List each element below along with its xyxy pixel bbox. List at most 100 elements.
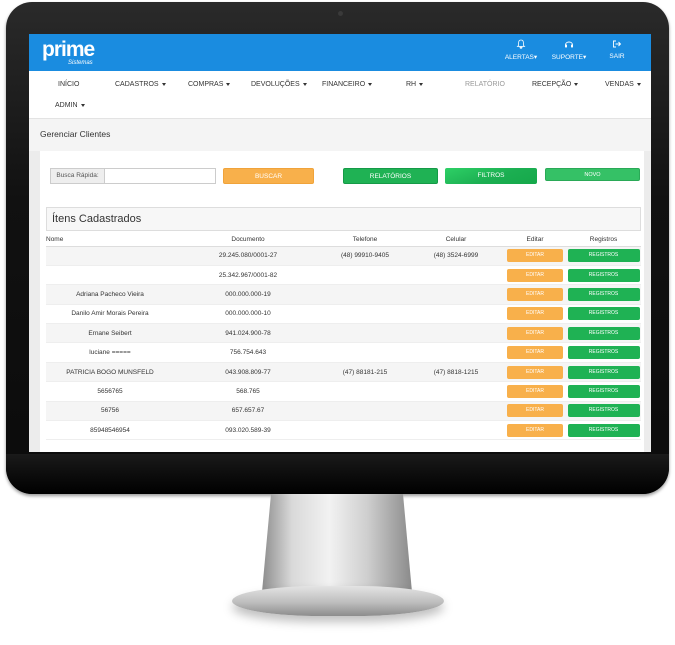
records-button[interactable]: REGISTROS <box>567 346 640 360</box>
cell-nome: PATRICIA BOGO MUNSFELD <box>46 362 174 383</box>
cell-celular <box>408 381 504 402</box>
col-celular[interactable]: Celular <box>408 233 504 247</box>
menu-inicio-label: INÍCIO <box>58 81 80 88</box>
cell-telefone <box>322 323 408 344</box>
brand-logo[interactable]: prime Sistemas <box>42 39 95 66</box>
cell-telefone <box>322 265 408 286</box>
col-telefone[interactable]: Telefone <box>322 233 408 247</box>
edit-button[interactable]: EDITAR <box>507 365 563 379</box>
monitor-base <box>232 586 444 616</box>
edit-button[interactable]: EDITAR <box>507 423 563 437</box>
cell-documento: 657.657.67 <box>174 401 322 422</box>
quick-search: Busca Rápida: <box>50 168 216 184</box>
records-button[interactable]: REGISTROS <box>567 307 640 321</box>
caret-down-icon <box>419 82 424 86</box>
menu-relatorio[interactable]: RELATÓRIO <box>465 81 505 88</box>
records-button[interactable]: REGISTROS <box>567 268 640 282</box>
cell-celular <box>408 342 504 363</box>
edit-button[interactable]: EDITAR <box>507 346 563 360</box>
col-editar: Editar <box>504 233 566 247</box>
menu-devolucoes[interactable]: DEVOLUÇÕES <box>251 81 307 88</box>
cell-documento: 29.245.080/0001-27 <box>174 246 322 266</box>
table-row: 56756 657.657.67 EDITAR REGISTROS <box>46 401 641 422</box>
search-button[interactable]: BUSCAR <box>223 168 314 184</box>
headset-icon <box>565 41 573 48</box>
table-row: 29.245.080/0001-27 (48) 99910-9405 (48) … <box>46 246 641 266</box>
edit-button[interactable]: EDITAR <box>507 307 563 321</box>
cell-celular <box>408 304 504 325</box>
support-button[interactable]: SUPORTE▾ <box>545 38 593 61</box>
cell-celular: (47) 8818-1215 <box>408 362 504 383</box>
chevron-down-icon: ▾ <box>533 54 538 61</box>
cell-documento: 000.000.000-19 <box>174 284 322 305</box>
cell-telefone <box>322 342 408 363</box>
cell-telefone <box>322 401 408 422</box>
records-button[interactable]: REGISTROS <box>567 287 640 301</box>
alerts-button[interactable]: ALERTAS▾ <box>497 38 545 61</box>
cell-nome: 5656765 <box>46 381 174 402</box>
cell-telefone: (48) 99910-9405 <box>322 246 408 266</box>
edit-button[interactable]: EDITAR <box>507 404 563 418</box>
cell-telefone <box>322 284 408 305</box>
table-row: Adriana Pacheco Vieira 000.000.000-19 ED… <box>46 284 641 305</box>
records-button[interactable]: REGISTROS <box>567 404 640 418</box>
table-row: Ernane Seibert 941.024.900-78 EDITAR REG… <box>46 323 641 344</box>
cell-nome: 56756 <box>46 401 174 422</box>
section-title: Ítens Cadastrados <box>46 207 641 231</box>
monitor-stand <box>262 494 412 592</box>
menu-rh[interactable]: RH <box>406 81 424 88</box>
caret-down-icon <box>80 103 85 107</box>
filters-button[interactable]: FILTROS <box>445 168 537 184</box>
cell-nome: Adriana Pacheco Vieira <box>46 284 174 305</box>
edit-button[interactable]: EDITAR <box>507 268 563 282</box>
table-row: PATRICIA BOGO MUNSFELD 043.908.809-77 (4… <box>46 362 641 383</box>
cell-celular <box>408 323 504 344</box>
cell-celular <box>408 420 504 441</box>
table-row: 85948546954 093.020.589-39 EDITAR REGIST… <box>46 420 641 441</box>
edit-button[interactable]: EDITAR <box>507 384 563 398</box>
col-nome[interactable]: Nome <box>46 233 174 247</box>
menu-cadastros[interactable]: CADASTROS <box>115 81 166 88</box>
menu-financeiro[interactable]: FINANCEIRO <box>322 81 373 88</box>
page-title: Gerenciar Clientes <box>29 119 651 151</box>
top-actions: ALERTAS▾ SUPORTE▾ SAIR <box>497 38 641 61</box>
search-label: Busca Rápida: <box>50 168 104 184</box>
cell-celular <box>408 265 504 286</box>
cell-nome: Danilo Amir Morais Pereira <box>46 304 174 325</box>
cell-telefone: (47) 88181-215 <box>322 362 408 383</box>
reports-button[interactable]: RELATÓRIOS <box>343 168 438 184</box>
edit-button[interactable]: EDITAR <box>507 249 563 263</box>
caret-down-icon <box>302 82 307 86</box>
records-button[interactable]: REGISTROS <box>567 423 640 437</box>
menu-devolucoes-label: DEVOLUÇÕES <box>251 81 300 88</box>
search-input[interactable] <box>104 168 216 184</box>
cell-documento: 25.342.967/0001-82 <box>174 265 322 286</box>
menu-relatorio-label: RELATÓRIO <box>465 81 505 88</box>
cell-nome <box>46 246 174 266</box>
menu-inicio[interactable]: INÍCIO <box>58 81 79 88</box>
cell-telefone <box>322 420 408 441</box>
menu-recepcao[interactable]: RECEPÇÃO <box>532 81 579 88</box>
records-button[interactable]: REGISTROS <box>567 249 640 263</box>
records-button[interactable]: REGISTROS <box>567 365 640 379</box>
support-label: SUPORTE <box>551 54 584 61</box>
records-button[interactable]: REGISTROS <box>567 326 640 340</box>
cell-nome: Ernane Seibert <box>46 323 174 344</box>
records-button[interactable]: REGISTROS <box>567 384 640 398</box>
edit-button[interactable]: EDITAR <box>507 287 563 301</box>
screen: prime Sistemas ALERTAS▾ SUPORTE▾ SAIR IN… <box>29 34 651 452</box>
menu-vendas[interactable]: VENDAS <box>605 81 641 88</box>
menu-compras-label: COMPRAS <box>188 81 224 88</box>
menu-admin[interactable]: ADMIN <box>55 102 85 109</box>
cell-documento: 756.754.643 <box>174 342 322 363</box>
edit-button[interactable]: EDITAR <box>507 326 563 340</box>
logout-button[interactable]: SAIR <box>593 38 641 61</box>
new-client-button[interactable]: NOVO <box>545 168 640 181</box>
menu-admin-label: ADMIN <box>55 102 78 109</box>
alerts-label: ALERTAS <box>504 54 534 61</box>
chevron-down-icon: ▾ <box>583 54 587 61</box>
caret-down-icon <box>161 82 166 86</box>
menu-compras[interactable]: COMPRAS <box>188 81 231 88</box>
cell-documento: 043.908.809-77 <box>174 362 322 383</box>
col-documento[interactable]: Documento <box>174 233 322 247</box>
